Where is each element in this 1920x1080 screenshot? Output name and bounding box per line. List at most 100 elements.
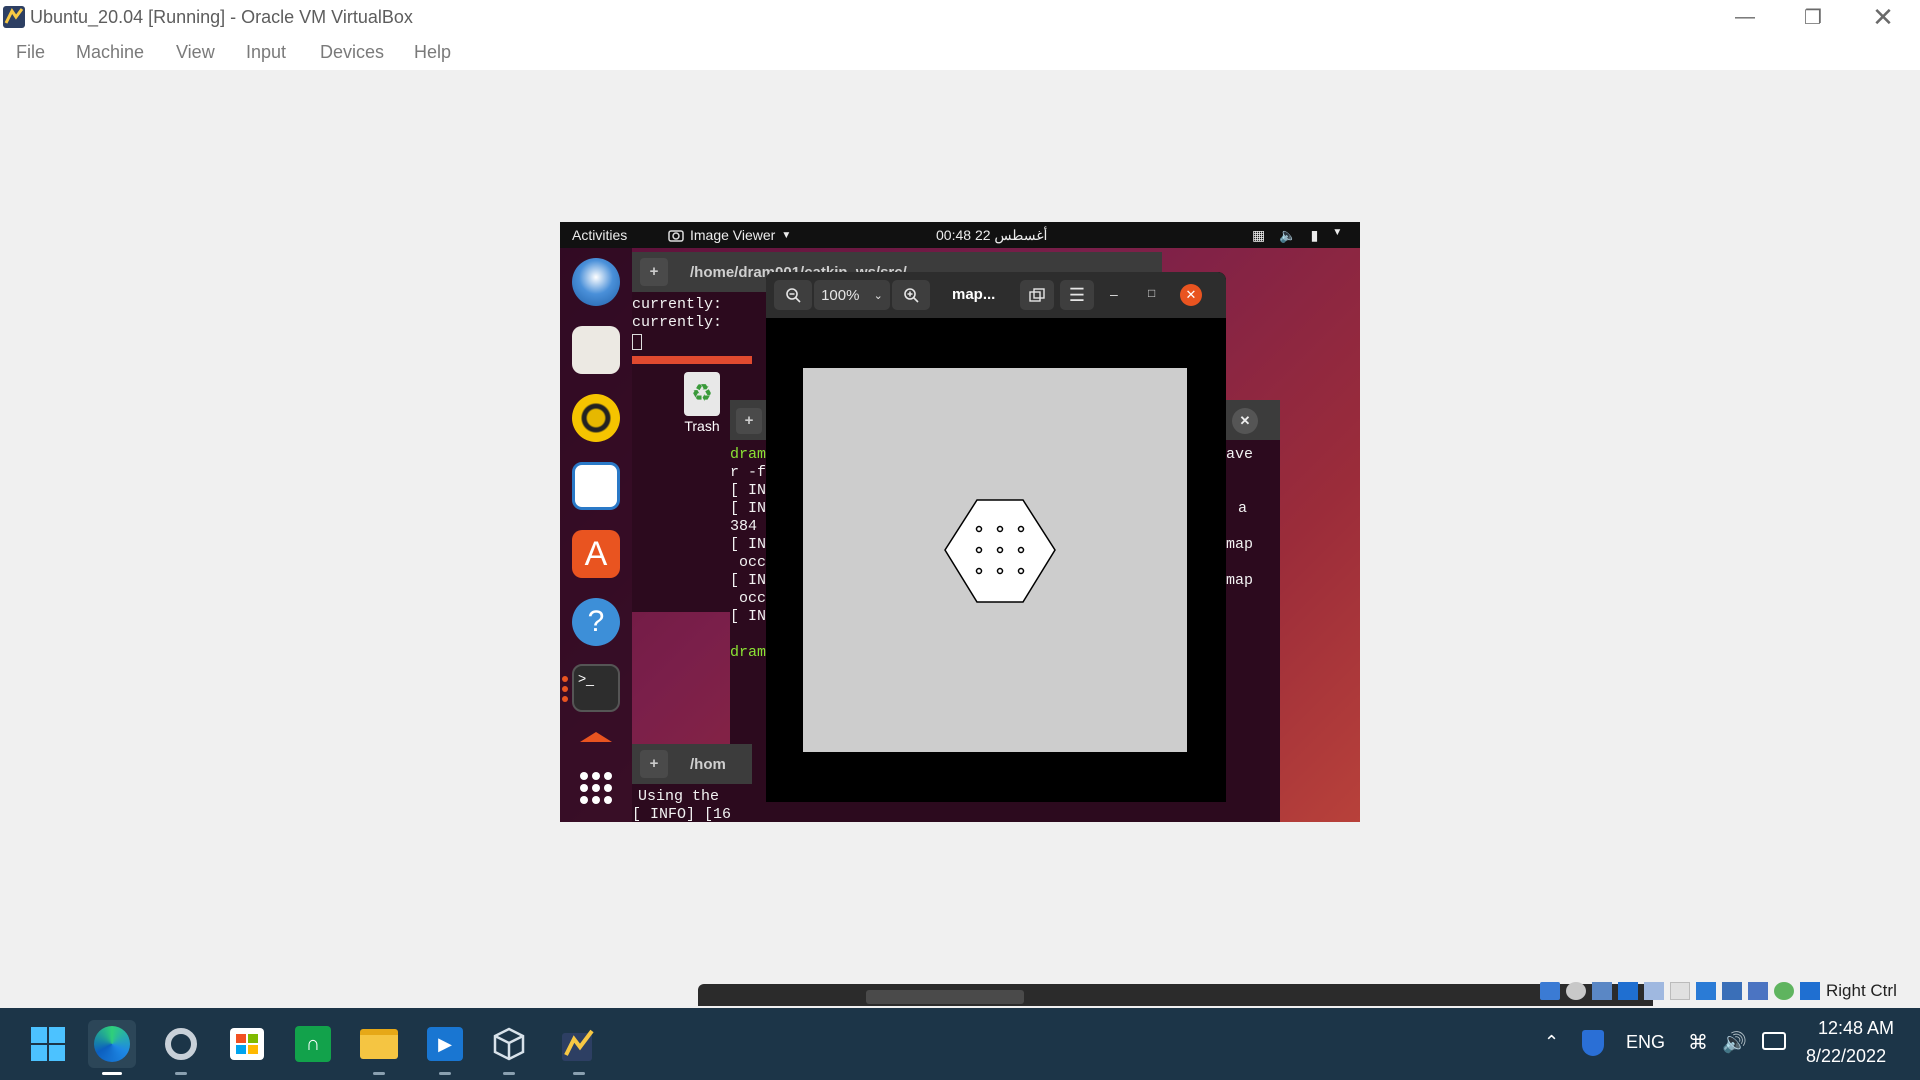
thunderbird-icon[interactable] xyxy=(572,258,620,306)
progress-strip xyxy=(632,356,752,364)
menu-input[interactable]: Input xyxy=(246,42,286,63)
terminal-icon[interactable]: >_ xyxy=(572,664,620,712)
menu-machine[interactable]: Machine xyxy=(76,42,144,63)
help-icon[interactable]: ? xyxy=(572,598,620,646)
volume-icon[interactable]: 🔊 xyxy=(1722,1030,1747,1055)
start-button[interactable] xyxy=(24,1020,72,1068)
files-icon[interactable] xyxy=(572,326,620,374)
close-icon[interactable]: ✕ xyxy=(1232,408,1258,434)
virtualbox-icon xyxy=(562,1029,594,1061)
terminal-line: dram xyxy=(730,644,767,661)
clock[interactable]: 00:48 أغسطس 22 xyxy=(936,227,1047,244)
system-tray[interactable]: ▦ 🔈 ▮ ▼ xyxy=(1252,227,1342,244)
vm-screen[interactable]: Activities Image Viewer ▼ 00:48 أغسطس 22… xyxy=(560,222,1360,822)
running-indicator xyxy=(562,676,568,682)
chevron-down-icon: ▼ xyxy=(781,229,792,241)
gallery-button[interactable] xyxy=(1020,280,1054,310)
battery-icon: ▮ xyxy=(1310,227,1319,243)
shield-icon[interactable] xyxy=(1582,1030,1604,1056)
hamburger-icon: ☰ xyxy=(1068,284,1086,305)
chevron-down-icon: ▼ xyxy=(1332,227,1343,238)
writer-icon[interactable] xyxy=(572,462,620,510)
minimize-icon[interactable]: – xyxy=(1110,286,1118,302)
terminal-line: a xyxy=(1238,500,1248,517)
terminal-line: ave xyxy=(1226,446,1254,463)
taskbar-media[interactable]: ▶ xyxy=(421,1020,469,1075)
network-adapter-icon[interactable] xyxy=(1618,982,1638,1000)
terminal-cursor xyxy=(632,334,642,350)
menu-file[interactable]: File xyxy=(16,42,45,63)
terminal-line: occ xyxy=(730,590,767,607)
zoom-out-button[interactable] xyxy=(774,280,812,310)
camera-icon xyxy=(668,230,684,242)
running-indicator xyxy=(562,686,568,692)
chevron-down-icon: ⌄ xyxy=(873,289,883,302)
host-titlebar: Ubuntu_20.04 [Running] - Oracle VM Virtu… xyxy=(0,0,1920,34)
audio-icon[interactable] xyxy=(1592,982,1612,1000)
taskbar-virtualbox-box[interactable] xyxy=(485,1020,533,1075)
ubuntu-dock: A ? >_ xyxy=(560,248,632,822)
taskbar-settings[interactable] xyxy=(157,1020,205,1075)
maximize-icon[interactable]: □ xyxy=(1148,286,1155,300)
show-apps-icon[interactable] xyxy=(580,772,612,804)
gear-icon xyxy=(165,1028,197,1060)
optical-drive-icon[interactable] xyxy=(1566,982,1586,1000)
usb-icon[interactable] xyxy=(1644,982,1664,1000)
trash-label: Trash xyxy=(684,418,720,434)
taskbar-time[interactable]: 12:48 AM xyxy=(1818,1018,1894,1039)
new-tab-icon[interactable]: + xyxy=(640,750,668,778)
store-icon xyxy=(230,1028,264,1060)
activities-button[interactable]: Activities xyxy=(572,227,627,243)
taskbar-edge[interactable] xyxy=(88,1020,136,1075)
host-key-label: Right Ctrl xyxy=(1826,981,1897,1000)
display-icon[interactable] xyxy=(1696,982,1716,1000)
wifi-icon[interactable]: ⌘ xyxy=(1688,1030,1708,1055)
volume-icon: 🔈 xyxy=(1279,227,1297,243)
taskbar-explorer[interactable] xyxy=(355,1020,403,1075)
chevron-up-icon[interactable]: ⌃ xyxy=(1544,1032,1559,1053)
terminal-line: r -f xyxy=(730,464,767,481)
map-image xyxy=(803,368,1187,752)
zoom-level-select[interactable]: 100% ⌄ xyxy=(814,280,890,310)
taskbar-date[interactable]: 8/22/2022 xyxy=(1806,1046,1886,1067)
taskbar-store[interactable] xyxy=(223,1020,271,1068)
shared-folder-icon[interactable] xyxy=(1670,982,1690,1000)
terminal-window-bottom[interactable]: + /hom Using the [ INFO] [16 xyxy=(632,744,752,822)
menu-view[interactable]: View xyxy=(176,42,215,63)
zoom-in-button[interactable] xyxy=(892,280,930,310)
terminal-output-left: dram r -f [ IN [ IN 384 [ IN occ [ IN oc… xyxy=(730,446,770,662)
menu-button[interactable]: ☰ xyxy=(1060,280,1094,310)
network-icon: ▦ xyxy=(1252,227,1266,243)
terminal-output-right: ave a map map xyxy=(1226,446,1266,590)
cpu-icon[interactable] xyxy=(1748,982,1768,1000)
keyboard-capture-icon[interactable] xyxy=(1800,982,1820,1000)
software-icon[interactable]: A xyxy=(572,530,620,578)
taskbar-virtualbox[interactable] xyxy=(555,1020,603,1075)
hard-disk-icon[interactable] xyxy=(1540,982,1560,1000)
minimize-button[interactable]: — xyxy=(1710,0,1780,34)
close-icon[interactable]: ✕ xyxy=(1180,284,1202,306)
zoom-in-icon xyxy=(904,288,919,303)
close-button[interactable]: ✕ xyxy=(1848,0,1918,34)
rhythmbox-icon[interactable] xyxy=(572,394,620,442)
new-tab-icon[interactable]: + xyxy=(736,408,762,434)
cube-icon xyxy=(493,1027,525,1061)
virtualbox-app-icon xyxy=(3,6,25,28)
taskbar-app-green[interactable]: ∩ xyxy=(289,1020,337,1068)
app-menu[interactable]: Image Viewer ▼ xyxy=(668,227,791,243)
ubuntu-topbar: Activities Image Viewer ▼ 00:48 أغسطس 22… xyxy=(560,222,1360,248)
new-tab-icon[interactable]: + xyxy=(640,258,668,286)
battery-icon[interactable] xyxy=(1762,1032,1786,1050)
image-viewer-window[interactable]: 100% ⌄ map... ☰ – □ ✕ xyxy=(766,272,1226,802)
mouse-integration-icon[interactable] xyxy=(1774,982,1794,1000)
restore-button[interactable]: ❐ xyxy=(1778,0,1848,34)
image-title: map... xyxy=(952,286,996,303)
trash-desktop-icon[interactable]: ♻ Trash xyxy=(670,372,734,434)
language-indicator[interactable]: ENG xyxy=(1626,1032,1665,1053)
zoom-out-icon xyxy=(786,288,801,303)
recording-icon[interactable] xyxy=(1722,982,1742,1000)
menu-help[interactable]: Help xyxy=(414,42,451,63)
menu-devices[interactable]: Devices xyxy=(320,42,384,63)
active-indicator xyxy=(102,1072,122,1075)
